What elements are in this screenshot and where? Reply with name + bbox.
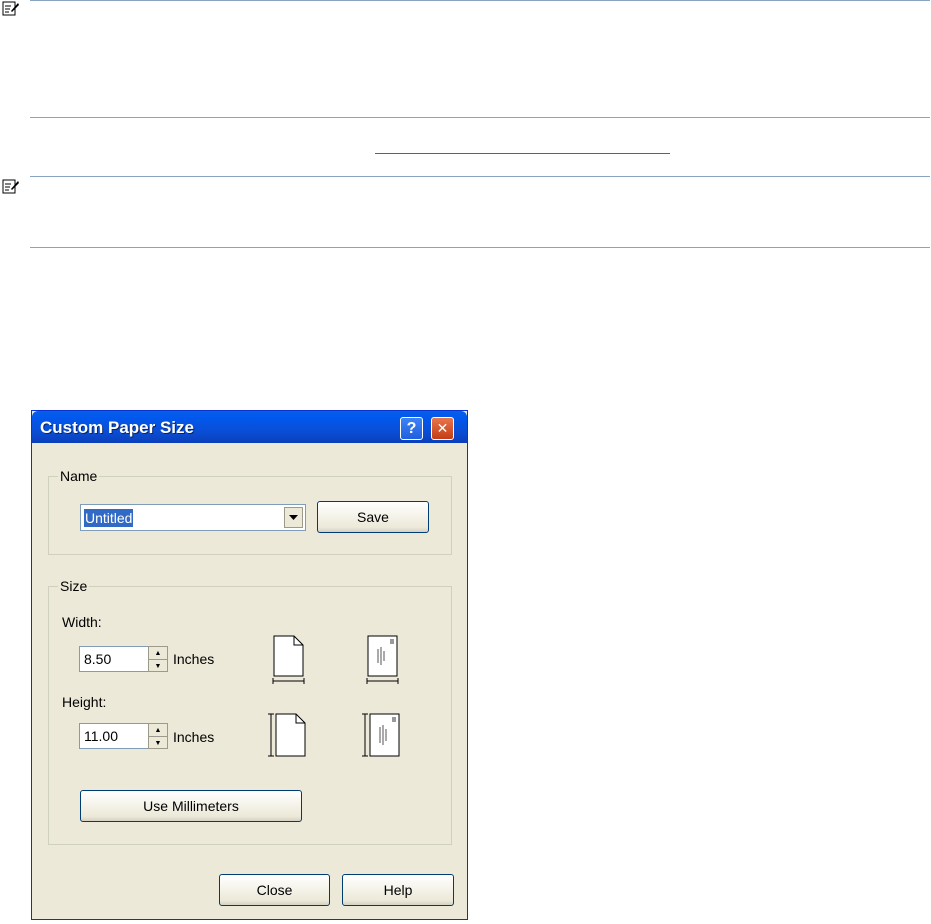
paper-name-combobox[interactable]: Untitled (80, 504, 306, 531)
close-button-label: Close (256, 882, 293, 898)
dropdown-button[interactable] (284, 507, 303, 528)
note-top-rule (30, 176, 930, 177)
chevron-down-icon (289, 514, 298, 520)
note-bottom-rule (30, 247, 930, 248)
custom-paper-size-dialog: Custom Paper Size ? ✕ Name Untitled Save… (31, 410, 468, 920)
width-unit: Inches (173, 651, 215, 667)
width-spinner[interactable]: ▲ ▼ (148, 646, 168, 672)
width-label: Width: (62, 614, 102, 630)
title-bar[interactable]: Custom Paper Size ? ✕ (32, 411, 467, 443)
spin-up-icon[interactable]: ▲ (149, 724, 167, 737)
height-label: Height: (62, 694, 107, 710)
close-title-button[interactable]: ✕ (431, 417, 454, 440)
size-group-label: Size (58, 578, 90, 594)
note-icon (2, 1, 19, 16)
height-input[interactable]: 11.00 (79, 723, 149, 749)
help-button-label: Help (383, 882, 413, 898)
envelope-width-icon (366, 635, 399, 684)
paper-width-icon (272, 635, 305, 684)
use-millimeters-button[interactable]: Use Millimeters (80, 790, 302, 822)
name-group-label: Name (58, 468, 100, 484)
question-icon: ? (406, 419, 417, 437)
hyperlink[interactable] (375, 153, 670, 154)
height-unit: Inches (173, 729, 215, 745)
paper-name-value: Untitled (84, 509, 134, 527)
close-button[interactable]: Close (219, 874, 330, 906)
envelope-height-icon (362, 713, 400, 757)
save-button-label: Save (357, 509, 389, 525)
save-button[interactable]: Save (317, 501, 429, 533)
help-title-button[interactable]: ? (400, 417, 423, 440)
note-bottom-rule (30, 117, 930, 118)
spin-down-icon[interactable]: ▼ (149, 660, 167, 672)
spin-up-icon[interactable]: ▲ (149, 647, 167, 660)
help-button[interactable]: Help (342, 874, 454, 906)
paper-height-icon (268, 713, 306, 757)
dialog-title: Custom Paper Size (40, 418, 194, 437)
height-spinner[interactable]: ▲ ▼ (148, 723, 168, 749)
width-input[interactable]: 8.50 (79, 646, 149, 672)
note-top-rule (30, 0, 930, 1)
use-millimeters-label: Use Millimeters (143, 798, 239, 814)
close-icon: ✕ (436, 420, 449, 436)
note-icon (2, 179, 19, 194)
spin-down-icon[interactable]: ▼ (149, 737, 167, 749)
